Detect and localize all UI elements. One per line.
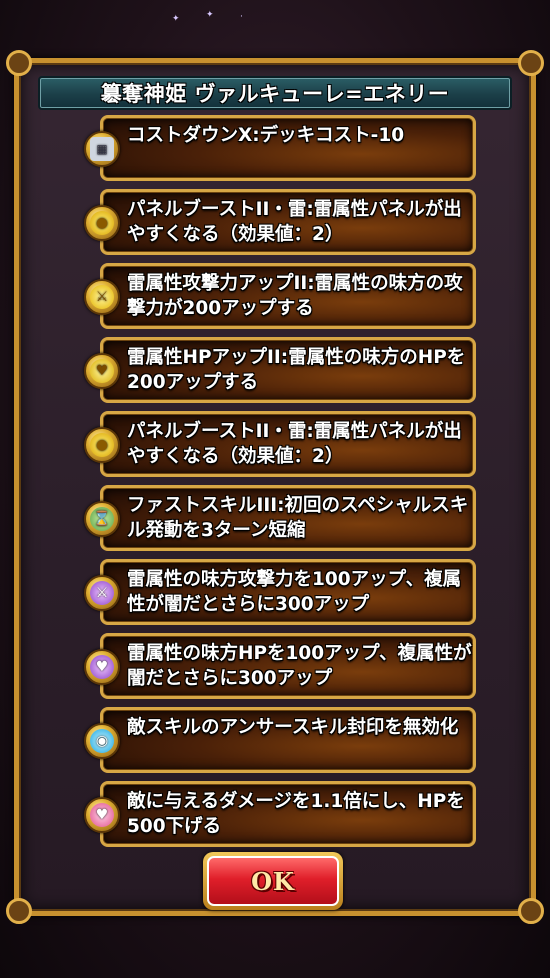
dialog-title-bar: 簒奪神姫 ヴァルキューレ=エネリー (38, 76, 512, 110)
ability-panel: 雷属性の味方HPを100アップ、複属性が闇だとさらに300アップ (100, 633, 476, 699)
frame-ornament-icon (6, 50, 32, 76)
ability-panel: パネルブーストII・雷:雷属性パネルが出やすくなる（効果値：2） (100, 189, 476, 255)
ok-button-label: OK (251, 866, 295, 896)
ability-panel: パネルブーストII・雷:雷属性パネルが出やすくなる（効果値：2） (100, 411, 476, 477)
ability-row: パネルブーストII・雷:雷属性パネルが出やすくなる（効果値：2） ● (84, 411, 476, 477)
ability-text: 敵スキルのアンサースキル封印を無効化 (127, 717, 459, 738)
ability-row: 雷属性HPアップII:雷属性の味方のHPを200アップする ♥ (84, 337, 476, 403)
ok-button-face[interactable]: OK (207, 856, 339, 906)
ability-row: 雷属性の味方攻撃力を100アップ、複属性が闇だとさらに300アップ ⚔ (84, 559, 476, 625)
frame-ornament-icon (518, 50, 544, 76)
dual-attack-icon: ⚔ (84, 575, 120, 611)
dual-hp-icon: ♥ (84, 649, 120, 685)
ability-panel: コストダウンX:デッキコスト-10 (100, 115, 476, 181)
ability-panel: 雷属性の味方攻撃力を100アップ、複属性が闇だとさらに300アップ (100, 559, 476, 625)
panel-boost-icon: ● (84, 427, 120, 463)
ability-panel: ファストスキルIII:初回のスペシャルスキル発動を3ターン短縮 (100, 485, 476, 551)
ability-text: 敵に与えるダメージを1.1倍にし、HPを500下げる (127, 791, 465, 837)
ability-row: パネルブーストII・雷:雷属性パネルが出やすくなる（効果値：2） ● (84, 189, 476, 255)
ability-text: 雷属性HPアップII:雷属性の味方のHPを200アップする (127, 347, 466, 393)
panel-boost-icon: ● (84, 205, 120, 241)
ability-panel: 雷属性攻撃力アップII:雷属性の味方の攻撃力が200アップする (100, 263, 476, 329)
deck-cost-icon: ▦ (84, 131, 120, 167)
ability-text: パネルブーストII・雷:雷属性パネルが出やすくなる（効果値：2） (127, 199, 462, 245)
ok-button[interactable]: OK (203, 852, 343, 910)
ability-panel: 敵に与えるダメージを1.1倍にし、HPを500下げる (100, 781, 476, 847)
ability-text: コストダウンX:デッキコスト-10 (127, 125, 405, 146)
fast-skill-icon: ⌛ (84, 501, 120, 537)
answer-seal-icon: ◉ (84, 723, 120, 759)
ability-panel: 雷属性HPアップII:雷属性の味方のHPを200アップする (100, 337, 476, 403)
ability-text: 雷属性の味方攻撃力を100アップ、複属性が闇だとさらに300アップ (127, 569, 462, 615)
ability-row: ファストスキルIII:初回のスペシャルスキル発動を3ターン短縮 ⌛ (84, 485, 476, 551)
dialog-title: 簒奪神姫 ヴァルキューレ=エネリー (100, 82, 450, 106)
frame-ornament-icon (518, 898, 544, 924)
ability-text: 雷属性の味方HPを100アップ、複属性が闇だとさらに300アップ (127, 643, 472, 689)
ability-text: パネルブーストII・雷:雷属性パネルが出やすくなる（効果値：2） (127, 421, 462, 467)
ability-row: 敵スキルのアンサースキル封印を無効化 ◉ (84, 707, 476, 773)
ability-row: 敵に与えるダメージを1.1倍にし、HPを500下げる ♥ (84, 781, 476, 847)
ability-row: 雷属性の味方HPを100アップ、複属性が闇だとさらに300アップ ♥ (84, 633, 476, 699)
attack-up-icon: ⚔ (84, 279, 120, 315)
ability-text: 雷属性攻撃力アップII:雷属性の味方の攻撃力が200アップする (127, 273, 463, 319)
frame-ornament-icon (6, 898, 32, 924)
hp-up-icon: ♥ (84, 353, 120, 389)
ability-row: コストダウンX:デッキコスト-10 ▦ (84, 115, 476, 181)
ability-text: ファストスキルIII:初回のスペシャルスキル発動を3ターン短縮 (127, 495, 469, 541)
sparkle-decoration: ✦ ✦ · (172, 10, 243, 24)
ability-row: 雷属性攻撃力アップII:雷属性の味方の攻撃力が200アップする ⚔ (84, 263, 476, 329)
ability-panel: 敵スキルのアンサースキル封印を無効化 (100, 707, 476, 773)
damage-up-icon: ♥ (84, 797, 120, 833)
